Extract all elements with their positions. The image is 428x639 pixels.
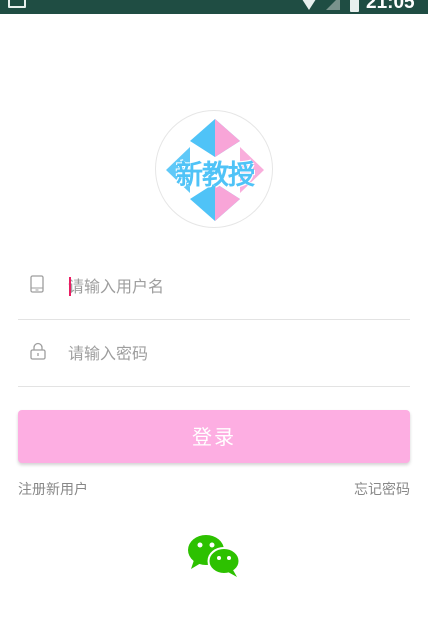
app-logo: 新教授 (155, 110, 273, 228)
password-field (18, 320, 410, 387)
forgot-password-link[interactable]: 忘记密码 (354, 479, 410, 499)
phone-icon (30, 275, 44, 293)
battery-icon (350, 0, 359, 12)
wechat-login-button[interactable] (186, 532, 242, 578)
password-input[interactable] (68, 340, 398, 366)
wechat-icon (188, 535, 241, 577)
notification-icon (8, 0, 26, 8)
username-field (18, 253, 410, 320)
signal-icon (326, 0, 340, 10)
lock-icon (30, 342, 46, 360)
register-link[interactable]: 注册新用户 (18, 479, 88, 499)
status-bar: 21:05 (0, 0, 428, 14)
text-cursor (69, 277, 71, 296)
logo-text: 新教授 (176, 160, 255, 191)
status-time: 21:05 (366, 0, 415, 13)
wifi-icon (300, 0, 318, 10)
login-button[interactable]: 登录 (18, 410, 410, 463)
username-input[interactable] (68, 273, 398, 299)
